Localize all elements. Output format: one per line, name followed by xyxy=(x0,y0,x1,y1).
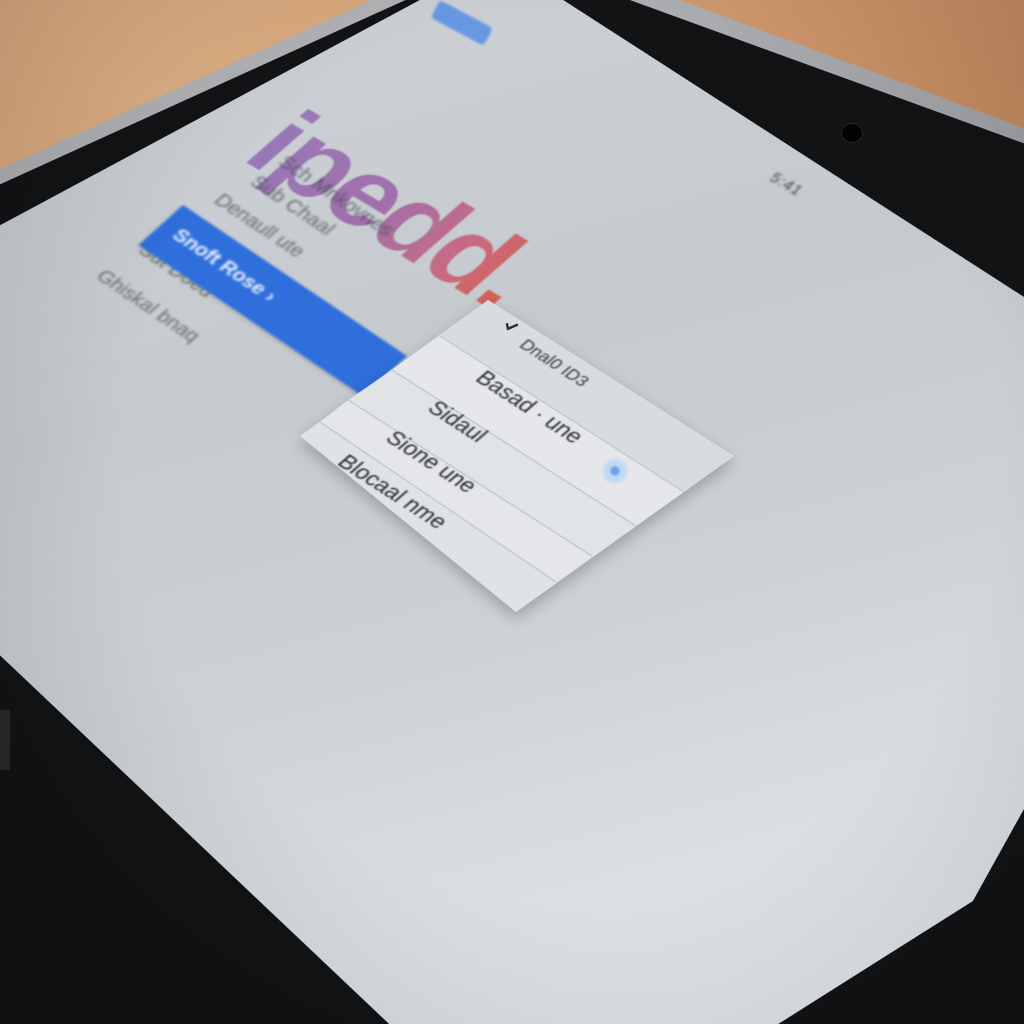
photo-scene: ipedd. 5:41 Sch Mnkovnes Sub Chaal Denau… xyxy=(0,0,1024,1024)
side-button xyxy=(0,710,10,770)
camera-icon xyxy=(842,124,862,142)
radio-icon[interactable] xyxy=(602,458,628,484)
